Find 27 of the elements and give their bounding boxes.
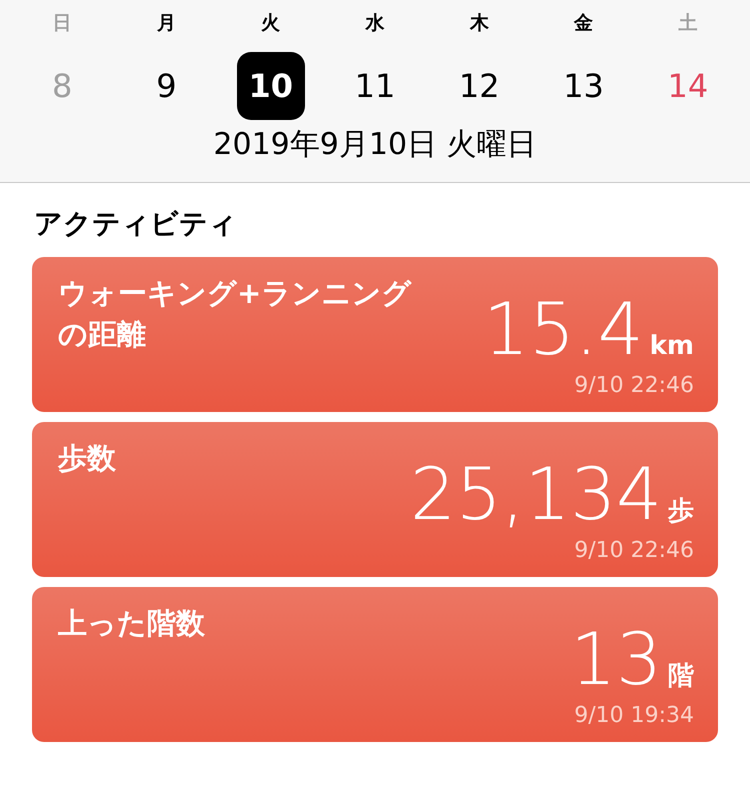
weekday-label: 火 <box>261 11 280 36</box>
value-text: 15.4 <box>483 293 644 365</box>
weekday-label: 木 <box>470 11 489 36</box>
timestamp: 9/10 19:34 <box>574 703 694 728</box>
weekday-label: 金 <box>574 11 594 36</box>
unit-text: km <box>650 331 694 361</box>
timestamp: 9/10 22:46 <box>574 373 694 398</box>
card-title: 上った階数 <box>58 605 206 642</box>
day-button[interactable]: 14 <box>654 52 722 120</box>
value-text: 13 <box>570 623 662 695</box>
day-button[interactable]: 13 <box>550 52 618 120</box>
weekday-label: 月 <box>156 11 176 36</box>
card-title: 歩数 <box>58 440 117 477</box>
card-title: ウォーキング+ランニングの距離 <box>58 275 412 353</box>
weekday-label: 日 <box>52 11 72 36</box>
day-button[interactable]: 10 <box>236 52 305 120</box>
section-title: アクティビティ <box>34 207 238 241</box>
day-button[interactable]: 12 <box>445 52 514 120</box>
day-button[interactable]: 9 <box>132 52 200 120</box>
day-button[interactable]: 11 <box>340 52 409 120</box>
weekday-label: 土 <box>678 11 698 36</box>
weekday-label: 水 <box>365 11 384 36</box>
unit-text: 歩 <box>668 495 694 528</box>
timestamp: 9/10 22:46 <box>574 538 694 563</box>
value-text: 25,134 <box>410 458 662 530</box>
unit-text: 階 <box>668 660 694 693</box>
date-label: 2019年9月10日 火曜日 <box>212 126 538 164</box>
